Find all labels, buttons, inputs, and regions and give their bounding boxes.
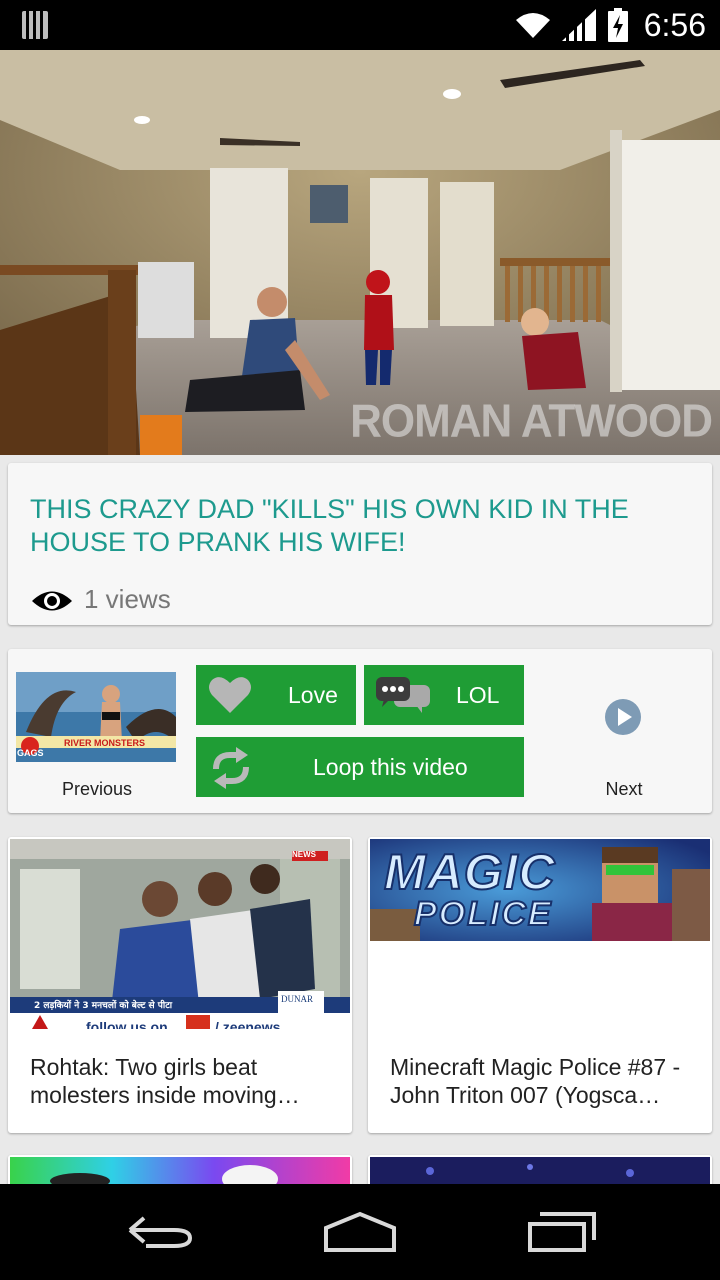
next-label[interactable]: Next xyxy=(598,779,650,800)
love-button[interactable]: Love xyxy=(196,665,356,725)
lol-label: LOL xyxy=(456,682,500,708)
previous-thumbnail-caption: RIVER MONSTERS xyxy=(64,738,146,748)
previous-thumbnail-logo: GAGS xyxy=(17,748,44,758)
thumbnail-headline: 2 लड़कियों ने 3 मनचलों को बेल्ट से पीटा xyxy=(34,1001,173,1011)
previous-label[interactable]: Previous xyxy=(16,779,178,800)
notification-icon xyxy=(22,11,48,39)
play-next-icon[interactable] xyxy=(604,698,642,736)
clock: 6:56 xyxy=(643,6,706,43)
wifi-icon xyxy=(515,13,550,38)
view-count: 1 views xyxy=(84,584,171,614)
related-video-card[interactable]: MAGIC POLICE Minecraft Magic Police #87 … xyxy=(368,837,712,1133)
heart-icon xyxy=(209,677,251,713)
system-icons: 6:56 xyxy=(514,6,706,44)
video-watermark: ROMAN ATWOOD xyxy=(350,395,713,448)
navigation-bar xyxy=(0,1184,720,1280)
thumbnail-police-text: POLICE xyxy=(413,894,553,934)
video-player[interactable]: ROMAN ATWOOD xyxy=(0,50,720,455)
thumbnail-magic-text: MAGIC xyxy=(383,843,556,901)
lol-button[interactable]: LOL xyxy=(364,665,524,725)
battery-charging-icon xyxy=(607,8,628,42)
thumbnail-badge: DUNAR xyxy=(281,994,314,1004)
related-video-card[interactable]: NEWS 2 लड़कियों ने 3 मनचलों को बेल्ट से … xyxy=(8,837,352,1133)
screen: 6:56 ROMAN ATWOOD THIS CRAZY DAD "KILLS"… xyxy=(0,0,720,1280)
back-icon[interactable] xyxy=(126,1210,194,1250)
previous-video-thumbnail[interactable]: RIVER MONSTERS GAGS xyxy=(16,672,176,762)
thumbnail-follow-text: follow us on xyxy=(86,1019,168,1029)
loop-icon xyxy=(213,747,249,789)
loop-label: Loop this video xyxy=(313,754,468,780)
title-card: THIS CRAZY DAD "KILLS" HIS OWN KID IN TH… xyxy=(8,463,712,625)
recent-apps-icon[interactable] xyxy=(526,1210,598,1254)
action-card: RIVER MONSTERS GAGS Previous Love LOL Lo… xyxy=(8,649,712,813)
related-video-title: Rohtak: Two girls beat molesters inside … xyxy=(30,1054,300,1108)
home-icon[interactable] xyxy=(322,1210,398,1254)
related-video-thumbnail: NEWS 2 लड़कियों ने 3 मनचलों को बेल्ट से … xyxy=(10,839,350,1029)
status-bar: 6:56 xyxy=(0,0,720,50)
signal-icon xyxy=(561,9,596,41)
thumbnail-news-label: NEWS xyxy=(292,850,316,859)
thumbnail-zeenews-text: / zeenews xyxy=(215,1019,281,1029)
video-title: THIS CRAZY DAD "KILLS" HIS OWN KID IN TH… xyxy=(30,494,629,557)
video-frame xyxy=(0,50,720,455)
loop-button[interactable]: Loop this video xyxy=(196,737,524,797)
love-label: Love xyxy=(288,682,338,708)
related-video-thumbnail: MAGIC POLICE xyxy=(370,839,710,941)
eye-icon xyxy=(32,591,72,611)
related-video-title: Minecraft Magic Police #87 - John Triton… xyxy=(390,1054,681,1108)
chat-bubbles-icon xyxy=(376,677,430,713)
